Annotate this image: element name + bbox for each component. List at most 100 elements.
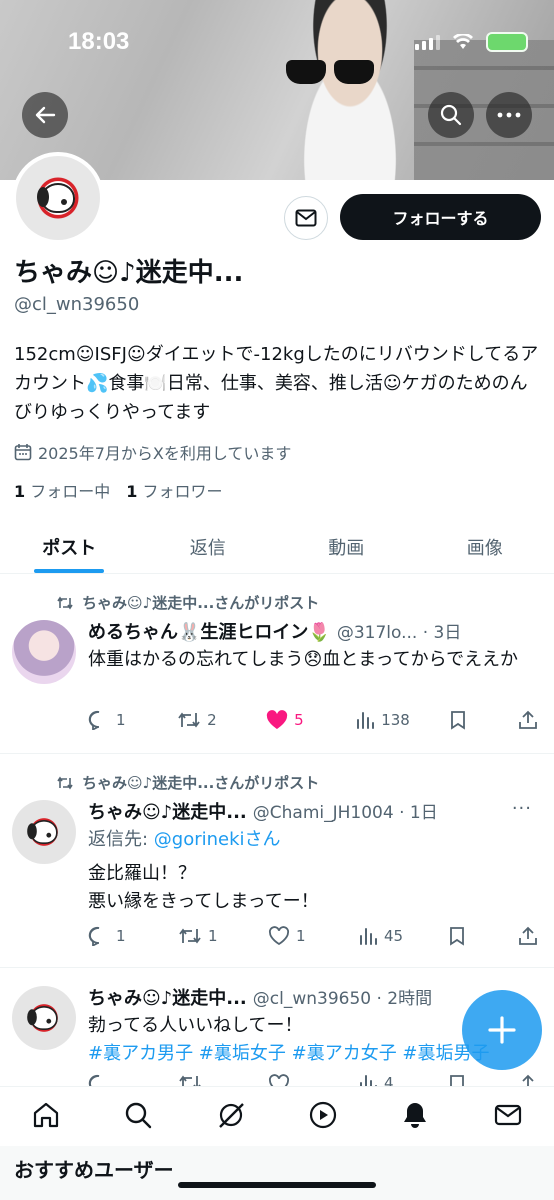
- nav-messages[interactable]: [493, 1100, 523, 1134]
- more-dots-icon: [497, 112, 521, 118]
- wifi-icon: [453, 34, 473, 49]
- post-avatar[interactable]: [12, 620, 76, 684]
- like-button[interactable]: 5: [266, 710, 316, 730]
- reply-icon: [88, 1074, 100, 1086]
- repost-indicator: ちゃみ☺︎♪迷走中...さんがリポスト: [56, 592, 319, 613]
- views-icon: [357, 712, 375, 729]
- reply-button[interactable]: 1: [88, 710, 138, 730]
- post-actions: 4: [88, 1074, 538, 1086]
- bookmark-button[interactable]: [448, 1074, 478, 1086]
- grok-icon: [218, 1102, 244, 1128]
- like-button[interactable]: [268, 1074, 318, 1086]
- plus-icon: [488, 1016, 516, 1044]
- post-avatar[interactable]: [12, 986, 76, 1050]
- post-item[interactable]: ちゃみ☺︎♪迷走中...さんがリポスト ちゃみ☺︎♪迷走中... @Chami_…: [0, 754, 554, 968]
- mail-icon: [295, 209, 317, 227]
- views-button[interactable]: 4: [358, 1074, 408, 1086]
- message-button[interactable]: [284, 196, 328, 240]
- more-options-button[interactable]: [486, 92, 532, 138]
- signal-icon: [415, 34, 440, 50]
- reply-button[interactable]: 1: [88, 926, 138, 946]
- post-meta: @317lo... · 3日: [336, 623, 462, 643]
- share-button[interactable]: [518, 1074, 538, 1086]
- heart-icon: [268, 1074, 290, 1086]
- tab-videos[interactable]: 動画: [277, 520, 416, 573]
- nav-grok[interactable]: [216, 1100, 246, 1134]
- bottom-nav: [0, 1086, 554, 1146]
- share-button[interactable]: [518, 710, 538, 730]
- bookmark-icon: [450, 1075, 464, 1086]
- profile-tabs: ポスト 返信 動画 画像: [0, 520, 554, 574]
- repost-button[interactable]: 1: [178, 927, 228, 945]
- bookmark-button[interactable]: [449, 710, 479, 730]
- repost-button[interactable]: 2: [177, 711, 227, 729]
- status-time: 18:03: [68, 28, 130, 55]
- post-text: 体重はかるの忘れてしまう😞血とまってからでええか: [88, 649, 519, 670]
- followers-link[interactable]: 1 フォロワー: [126, 478, 222, 502]
- bell-icon: [404, 1102, 427, 1128]
- repost-icon: [57, 596, 73, 609]
- following-link[interactable]: 1 フォロー中: [14, 478, 110, 502]
- repost-icon: [179, 1075, 201, 1086]
- repost-icon: [179, 928, 201, 944]
- status-bar: 18:03: [0, 0, 554, 84]
- post-avatar[interactable]: [12, 800, 76, 864]
- post-author[interactable]: めるちゃん🐰生涯ヒロイン🌷: [88, 618, 331, 644]
- share-icon: [519, 710, 537, 729]
- post-more-icon[interactable]: ···: [512, 798, 532, 819]
- post-text: 金比羅山！？ 悪い縁をきってしまってー！: [88, 863, 319, 912]
- repost-button[interactable]: [178, 1074, 228, 1086]
- like-button[interactable]: 1: [268, 926, 318, 946]
- tab-replies[interactable]: 返信: [139, 520, 278, 573]
- status-icons: [415, 32, 528, 52]
- back-arrow-icon: [35, 106, 56, 124]
- views-icon: [360, 928, 377, 945]
- mail-icon: [494, 1104, 521, 1125]
- tab-images[interactable]: 画像: [416, 520, 554, 573]
- nav-video[interactable]: [308, 1100, 338, 1134]
- reply-icon: [88, 710, 100, 730]
- nav-search[interactable]: [123, 1100, 153, 1134]
- home-icon: [34, 1102, 59, 1127]
- nav-notifications[interactable]: [400, 1100, 430, 1134]
- profile-avatar[interactable]: [12, 152, 104, 244]
- bookmark-button[interactable]: [448, 926, 478, 946]
- join-date-text: 2025年7月からXを利用しています: [38, 444, 292, 463]
- heart-filled-icon: [266, 710, 288, 729]
- views-button[interactable]: 138: [355, 711, 410, 729]
- back-button[interactable]: [22, 92, 68, 138]
- post-meta: @Chami_JH1004 · 1日: [252, 803, 438, 823]
- nav-home[interactable]: [31, 1100, 61, 1134]
- compose-button[interactable]: [462, 990, 542, 1070]
- post-item[interactable]: ちゃみ☺︎♪迷走中...さんがリポスト めるちゃん🐰生涯ヒロイン🌷 @317lo…: [0, 574, 554, 754]
- reply-to-user-link[interactable]: @gorineki: [154, 829, 245, 850]
- repost-icon: [178, 712, 200, 728]
- views-button[interactable]: 45: [358, 927, 408, 945]
- search-icon: [440, 104, 462, 126]
- suggested-users-title: おすすめユーザー: [14, 1158, 174, 1182]
- repost-icon: [57, 776, 73, 789]
- share-icon: [519, 1074, 537, 1086]
- post-actions: 1 1 1 45: [88, 926, 538, 946]
- home-indicator[interactable]: [178, 1182, 376, 1188]
- search-button[interactable]: [428, 92, 474, 138]
- reply-button[interactable]: [88, 1074, 138, 1086]
- profile-bio: 152cm☺︎ISFJ☺︎ダイエットで-12kgしたのにリバウンドしてるアカウン…: [14, 344, 539, 423]
- play-icon: [310, 1101, 337, 1128]
- dog-illustration: [37, 183, 75, 213]
- follow-stats: 1 フォロー中 1 フォロワー: [14, 478, 223, 502]
- join-date: 2025年7月からXを利用しています: [14, 440, 291, 464]
- post-author[interactable]: ちゃみ☺︎♪迷走中...: [88, 798, 247, 824]
- tab-posts[interactable]: ポスト: [0, 520, 139, 573]
- share-button[interactable]: [518, 926, 538, 946]
- views-icon: [360, 1075, 377, 1086]
- post-actions: 1 2 5 138: [88, 710, 538, 730]
- display-name: ちゃみ☺︎♪迷走中...: [14, 258, 244, 288]
- post-author[interactable]: ちゃみ☺︎♪迷走中...: [88, 984, 247, 1010]
- bookmark-icon: [450, 927, 464, 946]
- share-icon: [519, 926, 537, 945]
- follow-button[interactable]: フォローする: [340, 194, 541, 240]
- reply-to: 返信先: @gorinekiさん: [88, 829, 281, 850]
- heart-icon: [268, 926, 290, 946]
- user-handle: @cl_wn39650: [14, 294, 140, 315]
